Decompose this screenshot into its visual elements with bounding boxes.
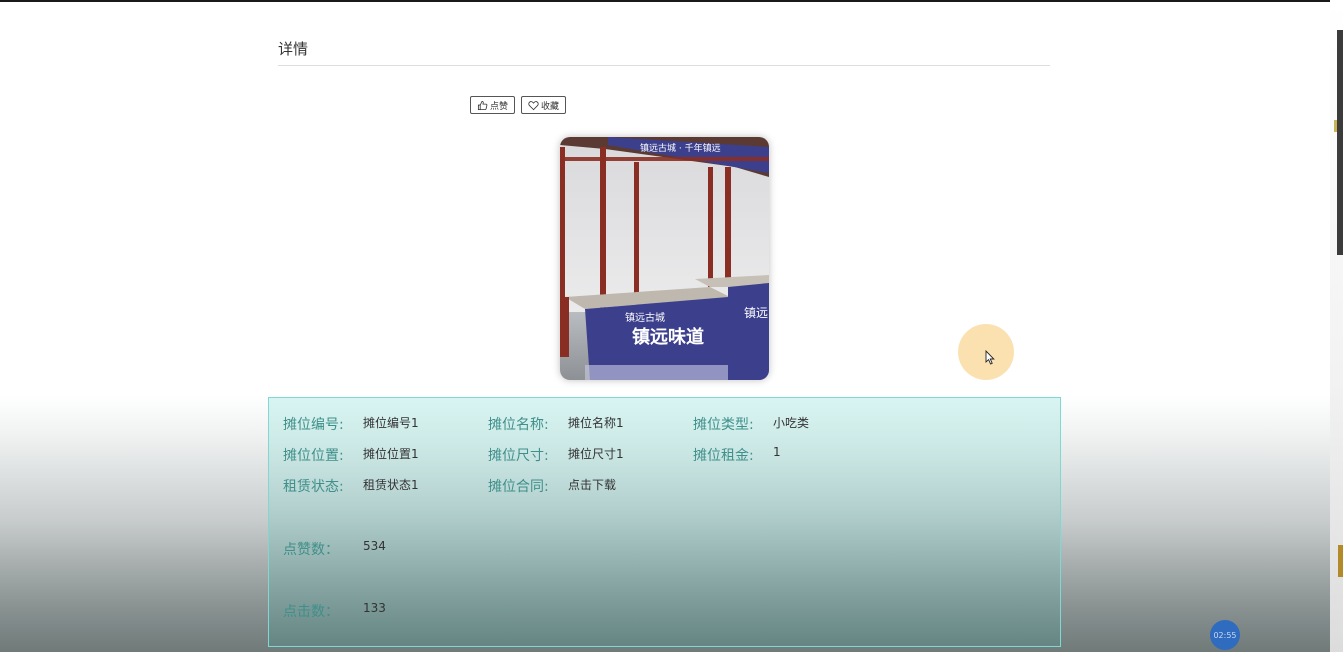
like-button[interactable]: 点赞 <box>470 96 516 114</box>
stall-number-label: 摊位编号: <box>283 417 344 433</box>
stall-location-value: 摊位位置1 <box>363 447 419 461</box>
banner-side-text: 镇远 <box>744 306 768 320</box>
stall-size-value: 摊位尺寸1 <box>568 447 624 461</box>
favorite-label: 收藏 <box>541 101 560 112</box>
title-divider <box>278 65 1050 66</box>
thumbs-up-icon <box>477 100 488 111</box>
scrollbar-thumb[interactable] <box>1337 30 1343 255</box>
roof-sign-text: 镇远古城 · 千年镇远 <box>640 142 721 154</box>
edge-marker <box>1338 545 1343 577</box>
stall-number-value: 摊位编号1 <box>363 416 419 430</box>
clicks-count-label: 点击数： <box>283 604 339 620</box>
stall-rent-value: 1 <box>773 445 781 459</box>
lease-status-label: 租赁状态: <box>283 479 344 495</box>
detail-panel <box>268 397 1061 647</box>
stall-type-value: 小吃类 <box>773 416 810 430</box>
stall-photo: 镇远古城 · 千年镇远 镇远古城 镇远味道 镇远 <box>560 137 769 380</box>
contract-label: 摊位合同: <box>488 479 549 495</box>
recording-timer: 02:55 <box>1210 620 1240 650</box>
top-border <box>0 0 1330 2</box>
stall-location-label: 摊位位置: <box>283 448 344 464</box>
heart-icon <box>528 100 539 111</box>
likes-count-value: 534 <box>363 539 386 553</box>
action-bar: 点赞 收藏 <box>470 96 567 114</box>
favorite-button[interactable]: 收藏 <box>521 96 567 114</box>
stall-rent-label: 摊位租金: <box>693 448 754 464</box>
page-title: 详情 <box>278 40 309 58</box>
stall-size-label: 摊位尺寸: <box>488 448 549 464</box>
likes-count-label: 点赞数： <box>283 542 339 558</box>
like-label: 点赞 <box>490 101 509 112</box>
banner-small-text: 镇远古城 <box>625 311 665 324</box>
contract-download-link[interactable]: 点击下载 <box>568 476 616 493</box>
stall-type-label: 摊位类型: <box>693 417 754 433</box>
mouse-cursor-icon <box>985 349 995 369</box>
stall-name-value: 摊位名称1 <box>568 416 624 430</box>
clicks-count-value: 133 <box>363 601 386 615</box>
banner-main-text: 镇远味道 <box>632 326 704 348</box>
scrollbar-marker <box>1334 120 1337 132</box>
stall-name-label: 摊位名称: <box>488 417 549 433</box>
lease-status-value: 租赁状态1 <box>363 478 419 492</box>
